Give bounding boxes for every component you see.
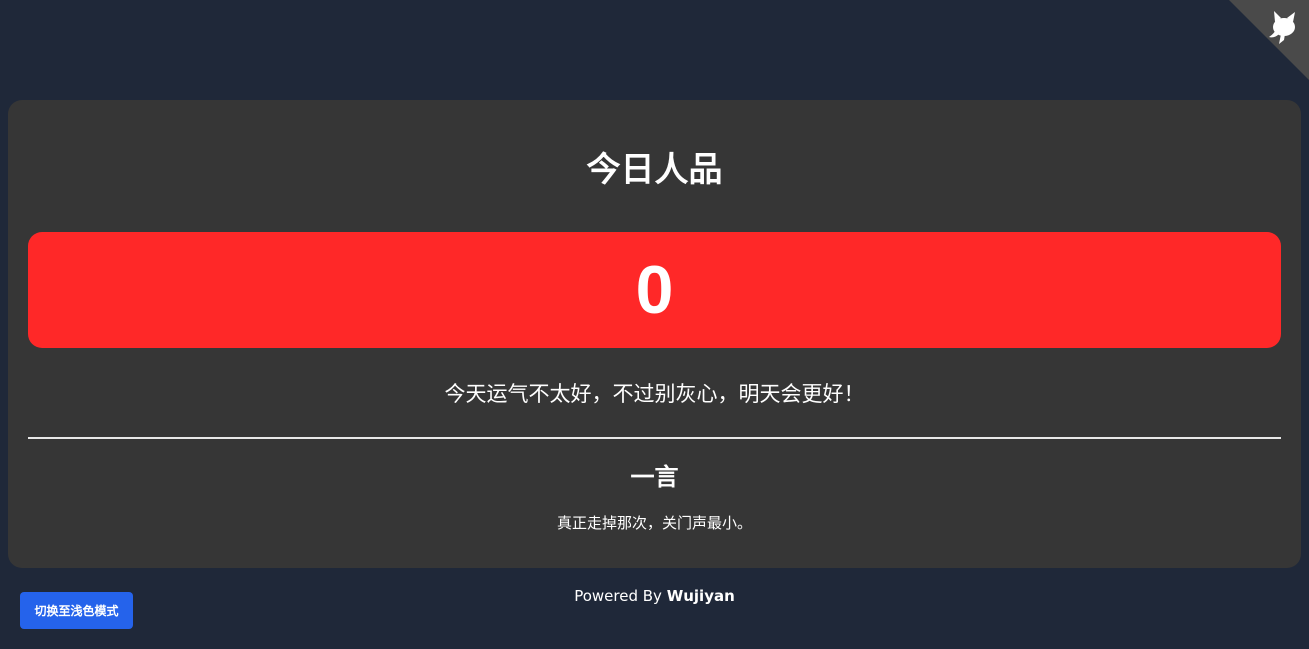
hitokoto-quote: 真正走掉那次，关门声最小。 — [556, 514, 752, 532]
github-octocat-icon — [1229, 0, 1309, 80]
footer-prefix: Powered By — [574, 587, 667, 605]
hitokoto-title: 一言 — [630, 463, 679, 491]
theme-toggle-button[interactable]: 切换至浅色模式 — [20, 592, 133, 629]
score-panel: 0 — [28, 232, 1281, 348]
divider — [28, 437, 1281, 439]
footer-author: Wujiyan — [666, 587, 735, 605]
github-corner-link[interactable] — [1229, 0, 1309, 80]
page-title: 今日人品 — [586, 150, 723, 190]
fortune-message: 今天运气不太好，不过别灰心，明天会更好！ — [444, 382, 865, 406]
score-value: 0 — [635, 252, 674, 328]
footer: Powered By Wujiyan — [0, 585, 1309, 607]
